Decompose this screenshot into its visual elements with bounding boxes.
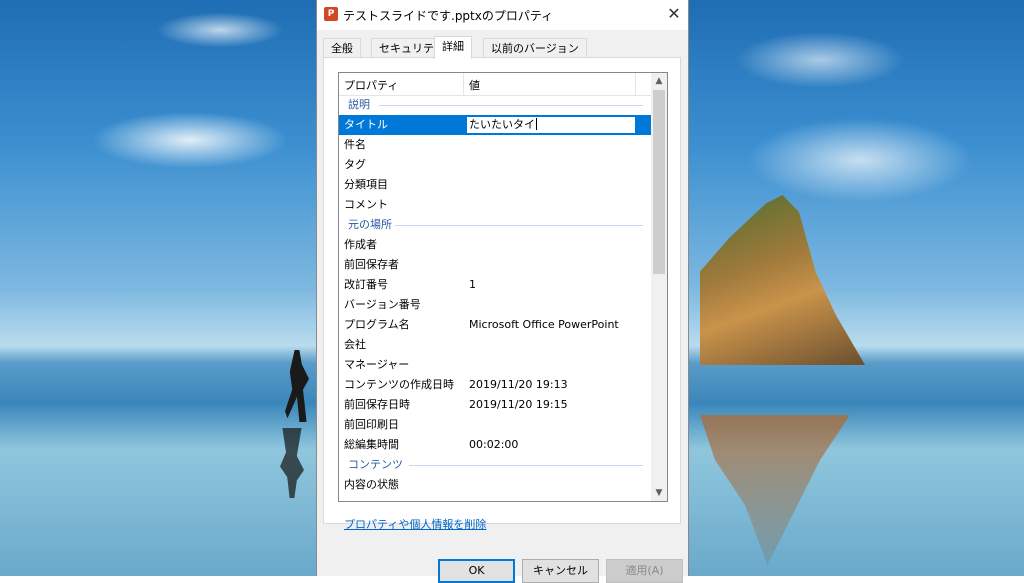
row-last-printed[interactable]: 前回印刷日 <box>339 415 651 435</box>
row-tags[interactable]: タグ <box>339 155 651 175</box>
property-name: 作成者 <box>344 238 377 251</box>
property-name: 前回保存者 <box>344 258 399 271</box>
row-authors[interactable]: 作成者 <box>339 235 651 255</box>
row-program-name[interactable]: プログラム名 Microsoft Office PowerPoint <box>339 315 651 335</box>
property-name: 件名 <box>344 138 366 151</box>
properties-dialog: P テストスライドです.pptxのプロパティ ✕ 全般 セキュリティ 詳細 以前… <box>316 0 689 583</box>
title-bar[interactable]: P テストスライドです.pptxのプロパティ ✕ <box>317 0 688 30</box>
close-button[interactable]: ✕ <box>662 3 686 25</box>
property-name: タグ <box>344 158 366 171</box>
powerpoint-file-icon: P <box>324 7 338 21</box>
group-label: 元の場所 <box>348 218 392 231</box>
property-value[interactable]: 2019/11/20 19:13 <box>469 375 568 395</box>
property-name: 総編集時間 <box>344 438 399 451</box>
column-header-property[interactable]: プロパティ <box>344 77 398 93</box>
property-name: 内容の状態 <box>344 478 399 491</box>
row-date-last-saved[interactable]: 前回保存日時 2019/11/20 19:15 <box>339 395 651 415</box>
row-company[interactable]: 会社 <box>339 335 651 355</box>
group-content: コンテンツ <box>339 455 651 475</box>
property-name: プログラム名 <box>344 318 410 331</box>
apply-button[interactable]: 適用(A) <box>606 559 683 583</box>
property-value[interactable]: 00:02:00 <box>469 435 518 455</box>
property-name: タイトル <box>344 118 388 131</box>
column-header-value[interactable]: 値 <box>469 77 480 93</box>
property-name: コンテンツの作成日時 <box>344 378 454 391</box>
property-value[interactable]: Microsoft Office PowerPoint <box>469 315 619 335</box>
row-content-status[interactable]: 内容の状態 <box>339 475 651 495</box>
text-caret <box>536 118 537 130</box>
row-last-saved-by[interactable]: 前回保存者 <box>339 255 651 275</box>
property-name: 分類項目 <box>344 178 388 191</box>
scrollbar-thumb[interactable] <box>653 90 665 274</box>
row-comments[interactable]: コメント <box>339 195 651 215</box>
group-label: 説明 <box>348 98 370 111</box>
property-name: 改訂番号 <box>344 278 388 291</box>
group-origin: 元の場所 <box>339 215 651 235</box>
ok-button[interactable]: OK <box>438 559 515 583</box>
tab-general[interactable]: 全般 <box>323 38 361 58</box>
property-list[interactable]: プロパティ 値 説明 タイトル たいたいタイ 件名 タグ 分類項目 コメント 元… <box>338 72 668 502</box>
property-value[interactable]: 2019/11/20 19:15 <box>469 395 568 415</box>
property-name: 前回印刷日 <box>344 418 399 431</box>
group-description: 説明 <box>339 95 651 115</box>
property-name: 前回保存日時 <box>344 398 410 411</box>
scroll-up-arrow-icon[interactable]: ▲ <box>651 73 667 89</box>
property-name: マネージャー <box>344 358 410 371</box>
dialog-title: テストスライドです.pptxのプロパティ <box>343 9 554 23</box>
tab-previous-versions[interactable]: 以前のバージョン <box>483 38 587 58</box>
property-name: コメント <box>344 198 388 211</box>
group-divider <box>409 465 643 466</box>
row-manager[interactable]: マネージャー <box>339 355 651 375</box>
row-revision-number[interactable]: 改訂番号 1 <box>339 275 651 295</box>
property-name: 会社 <box>344 338 366 351</box>
row-version-number[interactable]: バージョン番号 <box>339 295 651 315</box>
row-subject[interactable]: 件名 <box>339 135 651 155</box>
vertical-scrollbar[interactable]: ▲ ▼ <box>651 73 667 501</box>
title-edit-value: たいたいタイ <box>469 118 535 131</box>
row-title[interactable]: タイトル たいたいタイ <box>339 115 651 135</box>
scroll-down-arrow-icon[interactable]: ▼ <box>651 485 667 501</box>
cancel-button[interactable]: キャンセル <box>522 559 599 583</box>
column-divider[interactable] <box>463 73 464 95</box>
property-value[interactable]: 1 <box>469 275 476 295</box>
group-divider <box>379 105 643 106</box>
details-panel: プロパティ 値 説明 タイトル たいたいタイ 件名 タグ 分類項目 コメント 元… <box>323 57 681 531</box>
group-label: コンテンツ <box>348 458 403 471</box>
title-edit-field[interactable]: たいたいタイ <box>466 116 636 134</box>
group-divider <box>395 225 643 226</box>
row-content-created[interactable]: コンテンツの作成日時 2019/11/20 19:13 <box>339 375 651 395</box>
row-categories[interactable]: 分類項目 <box>339 175 651 195</box>
property-rows: 説明 タイトル たいたいタイ 件名 タグ 分類項目 コメント 元の場所 作成者 … <box>339 95 651 495</box>
column-divider[interactable] <box>635 73 636 95</box>
tab-strip: 全般 セキュリティ 詳細 以前のバージョン <box>323 36 683 59</box>
row-total-editing-time[interactable]: 総編集時間 00:02:00 <box>339 435 651 455</box>
list-header: プロパティ 値 <box>339 73 651 96</box>
property-name: バージョン番号 <box>344 298 421 311</box>
tab-details[interactable]: 詳細 <box>434 36 472 59</box>
remove-properties-link[interactable]: プロパティや個人情報を削除 <box>344 516 486 532</box>
